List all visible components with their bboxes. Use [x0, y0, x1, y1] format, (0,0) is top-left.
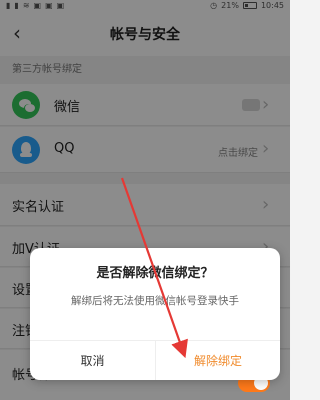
unbind-button[interactable]: 解除绑定	[155, 341, 280, 380]
dialog-title: 是否解除微信绑定？	[96, 266, 214, 281]
cancel-button[interactable]: 取消	[30, 341, 155, 380]
dialog-message: 解绑后将无法使用微信帐号登录快手	[71, 295, 239, 307]
unbind-dialog: 是否解除微信绑定？ 解绑后将无法使用微信帐号登录快手 取消 解除绑定	[30, 248, 280, 380]
dialog-actions: 取消 解除绑定	[30, 340, 280, 380]
